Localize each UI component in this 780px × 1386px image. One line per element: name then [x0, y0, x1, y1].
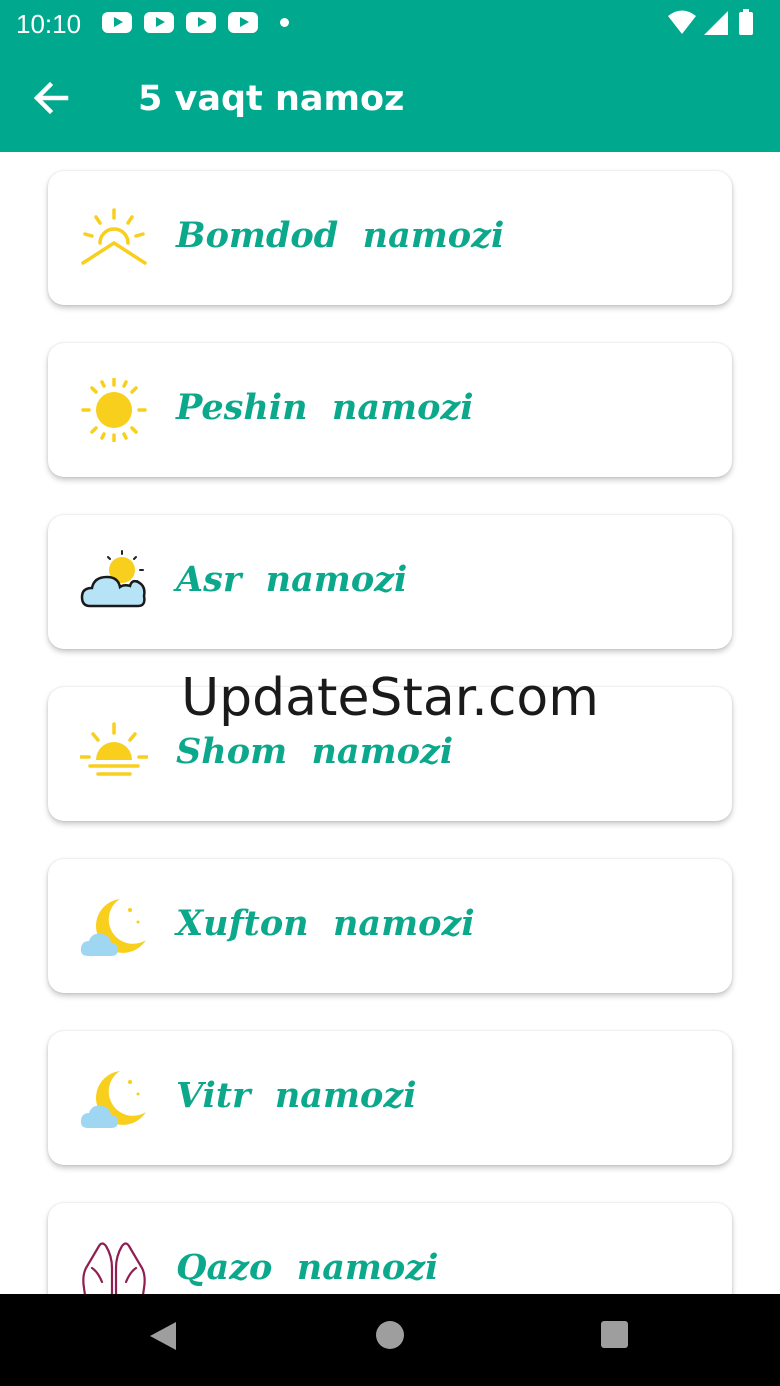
- prayer-label: Xufton namozi: [176, 903, 475, 944]
- navigation-bar: [0, 1294, 780, 1386]
- prayer-label: Asr namozi: [176, 559, 408, 600]
- youtube-icon: [228, 12, 258, 33]
- sunrise-icon: [81, 208, 147, 265]
- notification-dot-icon: [280, 18, 289, 27]
- sunset-icon: [80, 722, 148, 776]
- prayer-label: Qazo namozi: [176, 1247, 439, 1288]
- youtube-icon: [102, 12, 132, 33]
- youtube-icon: [144, 12, 174, 33]
- nav-back-icon[interactable]: [148, 1321, 178, 1351]
- moon-cloud-icon: [80, 1071, 146, 1128]
- battery-icon: [739, 12, 753, 35]
- sun-cloud-icon: [80, 550, 146, 608]
- praying-hands-icon: [82, 1242, 146, 1294]
- app-bar: 5 vaqt namoz: [0, 48, 780, 152]
- prayer-card-asr[interactable]: Asr namozi: [48, 515, 732, 649]
- prayer-card-vitr[interactable]: Vitr namozi: [48, 1031, 732, 1165]
- status-bar: 10:10: [0, 0, 780, 48]
- wifi-icon: [668, 10, 696, 34]
- watermark: UpdateStar.com: [181, 668, 599, 728]
- prayer-card-qazo[interactable]: Qazo namozi: [48, 1203, 732, 1294]
- system-status-icons: [668, 9, 753, 35]
- back-button[interactable]: [22, 70, 82, 130]
- moon-cloud-icon: [80, 899, 146, 956]
- prayer-card-xufton[interactable]: Xufton namozi: [48, 859, 732, 993]
- youtube-icon: [186, 12, 216, 33]
- signal-icon: [704, 11, 728, 35]
- prayer-label: Shom namozi: [176, 731, 454, 772]
- nav-recents-icon[interactable]: [601, 1321, 628, 1348]
- arrow-left-icon: [33, 81, 69, 115]
- prayer-label: Bomdod namozi: [176, 215, 505, 256]
- prayer-card-bomdod[interactable]: Bomdod namozi: [48, 171, 732, 305]
- prayer-label: Peshin namozi: [176, 387, 474, 428]
- nav-home-icon[interactable]: [376, 1321, 404, 1349]
- status-time: 10:10: [16, 9, 82, 39]
- prayer-card-peshin[interactable]: Peshin namozi: [48, 343, 732, 477]
- page-title: 5 vaqt namoz: [138, 79, 405, 119]
- sun-icon: [81, 378, 147, 442]
- prayer-label: Vitr namozi: [176, 1075, 417, 1116]
